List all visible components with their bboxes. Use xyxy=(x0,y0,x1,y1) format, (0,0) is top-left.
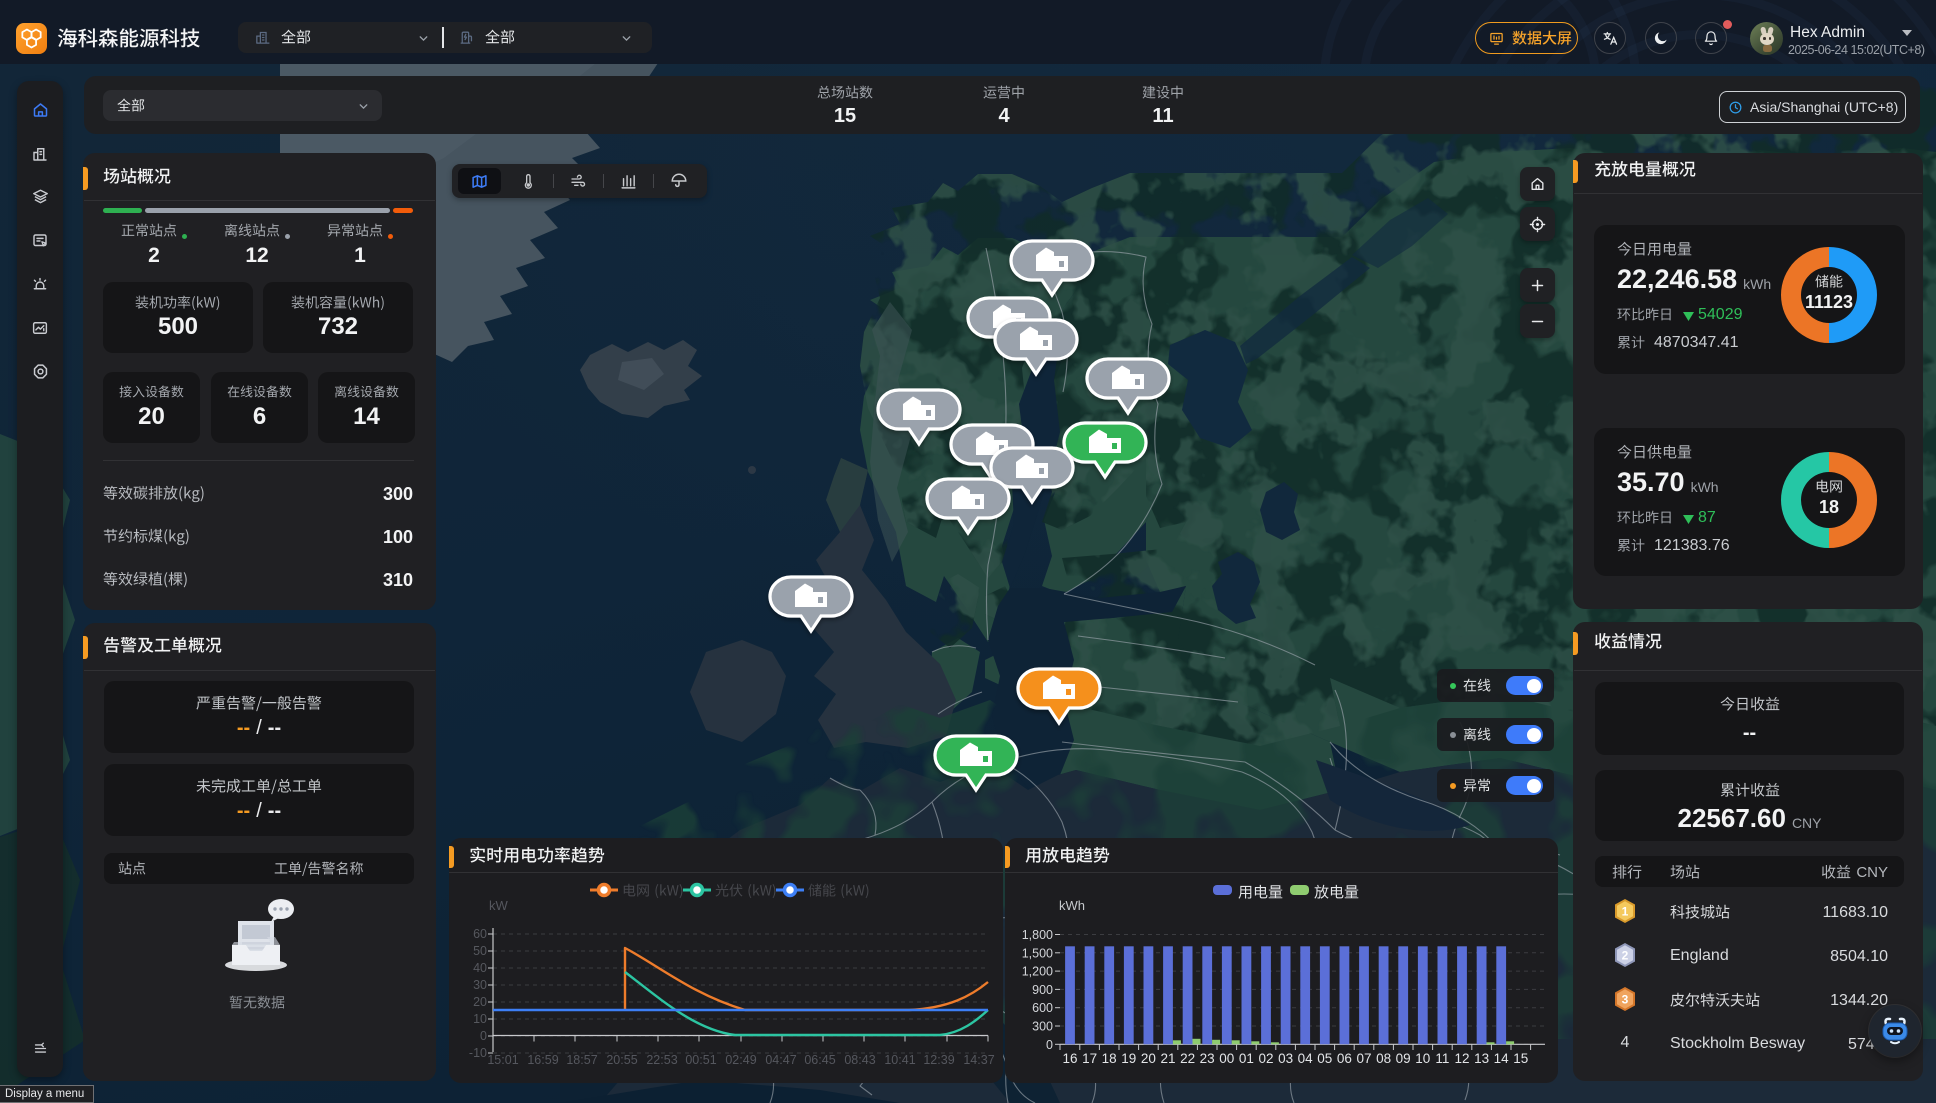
svg-text:14: 14 xyxy=(1494,1051,1510,1066)
svg-text:1,500: 1,500 xyxy=(1022,946,1053,960)
svg-text:11: 11 xyxy=(1435,1051,1449,1066)
svg-text:04: 04 xyxy=(1298,1051,1314,1066)
svg-text:00:51: 00:51 xyxy=(685,1053,716,1067)
svg-text:60: 60 xyxy=(473,927,487,941)
svg-text:1,800: 1,800 xyxy=(1022,928,1053,942)
svg-text:10: 10 xyxy=(1415,1051,1430,1066)
svg-text:16:59: 16:59 xyxy=(527,1053,558,1067)
svg-text:02: 02 xyxy=(1258,1051,1273,1066)
svg-text:20:55: 20:55 xyxy=(606,1053,637,1067)
svg-text:17: 17 xyxy=(1082,1051,1097,1066)
svg-text:kW: kW xyxy=(489,898,509,913)
svg-text:40: 40 xyxy=(473,961,487,975)
svg-text:22: 22 xyxy=(1180,1051,1195,1066)
svg-text:06:45: 06:45 xyxy=(804,1053,835,1067)
svg-text:22:53: 22:53 xyxy=(646,1053,677,1067)
svg-text:12: 12 xyxy=(1454,1051,1469,1066)
svg-text:21: 21 xyxy=(1160,1051,1175,1066)
svg-text:3: 3 xyxy=(1622,993,1629,1007)
svg-text:00: 00 xyxy=(1219,1051,1234,1066)
svg-text:-10: -10 xyxy=(469,1046,487,1060)
svg-text:18:57: 18:57 xyxy=(566,1053,597,1067)
svg-text:19: 19 xyxy=(1121,1051,1136,1066)
svg-text:03: 03 xyxy=(1278,1051,1293,1066)
svg-text:16: 16 xyxy=(1062,1051,1077,1066)
svg-text:kWh: kWh xyxy=(1059,898,1085,913)
svg-text:07: 07 xyxy=(1356,1051,1371,1066)
svg-text:15:01: 15:01 xyxy=(487,1053,518,1067)
svg-text:10: 10 xyxy=(473,1012,487,1026)
svg-text:01: 01 xyxy=(1239,1051,1254,1066)
svg-text:30: 30 xyxy=(473,978,487,992)
svg-text:50: 50 xyxy=(473,944,487,958)
svg-text:14:37: 14:37 xyxy=(963,1053,994,1067)
svg-text:0: 0 xyxy=(1046,1038,1053,1052)
svg-text:09: 09 xyxy=(1396,1051,1411,1066)
svg-text:2: 2 xyxy=(1622,949,1629,963)
svg-text:05: 05 xyxy=(1317,1051,1332,1066)
svg-text:0: 0 xyxy=(480,1029,487,1043)
svg-text:1: 1 xyxy=(1622,905,1629,919)
svg-text:12:39: 12:39 xyxy=(923,1053,954,1067)
svg-text:02:49: 02:49 xyxy=(725,1053,756,1067)
svg-text:900: 900 xyxy=(1032,983,1053,997)
svg-text:18: 18 xyxy=(1102,1051,1117,1066)
svg-text:13: 13 xyxy=(1474,1051,1489,1066)
svg-text:08:43: 08:43 xyxy=(844,1053,875,1067)
svg-text:08: 08 xyxy=(1376,1051,1391,1066)
svg-text:15: 15 xyxy=(1513,1051,1528,1066)
svg-text:20: 20 xyxy=(1141,1051,1156,1066)
svg-text:10:41: 10:41 xyxy=(884,1053,915,1067)
svg-text:300: 300 xyxy=(1032,1020,1053,1034)
svg-text:04:47: 04:47 xyxy=(765,1053,796,1067)
svg-text:06: 06 xyxy=(1337,1051,1352,1066)
svg-text:23: 23 xyxy=(1200,1051,1215,1066)
svg-text:600: 600 xyxy=(1032,1001,1053,1015)
svg-text:20: 20 xyxy=(473,995,487,1009)
svg-text:1,200: 1,200 xyxy=(1022,965,1053,979)
